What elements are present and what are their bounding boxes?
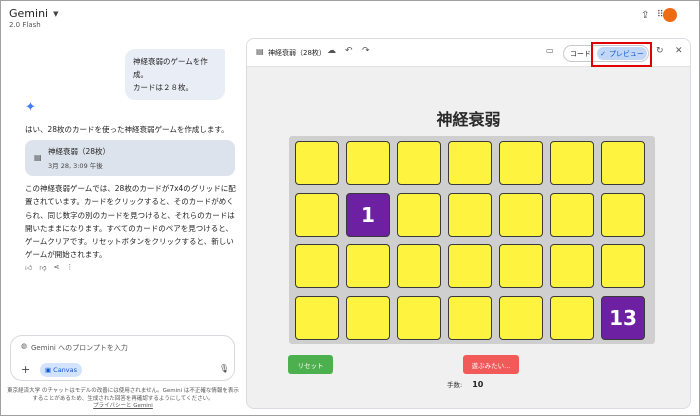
moves-label: 手数:	[447, 381, 463, 389]
card[interactable]	[295, 141, 339, 185]
card[interactable]	[448, 141, 492, 185]
card[interactable]	[499, 141, 543, 185]
canvas-chip[interactable]: ▣ Canvas	[40, 363, 83, 377]
card[interactable]	[550, 295, 594, 340]
user-message: 神経衰弱のゲームを作成。 カードは２８枚。	[125, 49, 225, 100]
disclaimer-line: 東京経済大学 のチャットはモデルの改善には使用されません。Gemini は不正確…	[7, 388, 239, 394]
card[interactable]	[295, 192, 339, 237]
card[interactable]	[499, 244, 543, 288]
card[interactable]	[397, 295, 441, 340]
reply-paragraph: この神経衰弱ゲームでは、28枚のカードが7x4のグリッドに配置されています。カー…	[25, 184, 236, 260]
card[interactable]	[499, 295, 543, 340]
card-flipped[interactable]: 1	[346, 192, 390, 237]
user-message-line: カードは２８枚。	[133, 83, 193, 92]
reply-intro: はい、28枚のカードを使った神経衰弱ゲームを作成します。	[25, 125, 229, 134]
canvas-panel: ▤ 神経衰弱（28枚） ☁ ↶ ↷ ▭ コード ✓ プレビュー ↻ ✕ 神経衰弱…	[246, 38, 691, 409]
app-title[interactable]: Gemini ▼	[9, 7, 58, 20]
card[interactable]	[346, 295, 390, 340]
card[interactable]	[448, 295, 492, 340]
app-frame: Gemini ▼ 2.0 Flash ⇪ ⠿ 神経衰弱のゲームを作成。 カードは…	[0, 0, 700, 416]
prompt-box: ◍ Gemini へのプロンプトを入力 + ▣ Canvas 🎙︎	[10, 335, 235, 381]
refresh-icon[interactable]: ↻	[656, 46, 664, 56]
doc-card-title: 神経衰弱（28枚）	[48, 147, 111, 156]
card[interactable]	[346, 244, 390, 288]
card[interactable]	[601, 244, 645, 288]
privacy-link[interactable]: プライバシーと Gemini	[7, 403, 239, 411]
card[interactable]	[295, 295, 339, 340]
card[interactable]	[295, 244, 339, 288]
card[interactable]	[601, 192, 645, 237]
move-counter: 手数: 10	[447, 379, 483, 389]
preview-highlight	[591, 42, 652, 67]
add-button[interactable]: +	[21, 364, 30, 375]
game-title: 神経衰弱	[436, 110, 501, 129]
card[interactable]	[448, 244, 492, 288]
canvas-icon: ▣	[45, 366, 52, 374]
card[interactable]	[499, 192, 543, 237]
card[interactable]	[397, 192, 441, 237]
user-message-line: 神経衰弱のゲームを作成。	[133, 57, 208, 79]
card[interactable]	[550, 141, 594, 185]
gemini-sparkle-icon: ✦	[25, 100, 36, 115]
model-name: 2.0 Flash	[9, 21, 41, 29]
code-tab[interactable]: コード	[570, 49, 591, 59]
doc-card-date: 3月 28, 3:09 午後	[48, 162, 103, 170]
share-icon[interactable]: ⋖	[53, 263, 59, 272]
card-grid: 1 13	[289, 136, 655, 344]
card[interactable]	[397, 244, 441, 288]
disclaimer: 東京経済大学 のチャットはモデルの改善には使用されません。Gemini は不正確…	[7, 388, 239, 411]
card[interactable]	[550, 244, 594, 288]
app-name: Gemini	[9, 7, 49, 20]
cloud-icon[interactable]: ☁	[327, 46, 336, 56]
thumb-down-icon[interactable]: 👎︎	[39, 263, 46, 272]
feedback-bar: 👍︎ 👎︎ ⋖ ⋮	[25, 263, 73, 272]
canvas-toolbar: ▤ 神経衰弱（28枚） ☁ ↶ ↷ ▭ コード ✓ プレビュー ↻ ✕	[247, 39, 690, 67]
redo-icon[interactable]: ↷	[362, 46, 370, 56]
card[interactable]	[346, 141, 390, 185]
card-flipped[interactable]: 13	[601, 295, 645, 340]
document-icon: ▤	[34, 153, 42, 162]
retry-button[interactable]: 遊ぶみたい...	[463, 355, 519, 374]
close-icon[interactable]: ✕	[675, 46, 683, 56]
undo-icon[interactable]: ↶	[345, 46, 353, 56]
document-icon: ▤	[256, 47, 264, 56]
reset-button[interactable]: リセット	[288, 355, 333, 374]
canvas-doc-card[interactable]: ▤ 神経衰弱（28枚） 3月 28, 3:09 午後	[25, 140, 235, 176]
card[interactable]	[397, 141, 441, 185]
thumb-up-icon[interactable]: 👍︎	[25, 263, 32, 272]
share-icon[interactable]: ⇪	[641, 10, 649, 21]
card[interactable]	[448, 192, 492, 237]
chevron-down-icon: ▼	[53, 9, 59, 18]
card[interactable]	[601, 141, 645, 185]
canvas-chip-label: Canvas	[53, 366, 78, 374]
prompt-input[interactable]: Gemini へのプロンプトを入力	[31, 343, 128, 353]
console-icon[interactable]: ▭	[546, 46, 554, 55]
avatar[interactable]	[663, 8, 677, 22]
card[interactable]	[550, 192, 594, 237]
canvas-title: 神経衰弱（28枚）	[268, 49, 326, 57]
disclaimer-line: することがあるため、生成された回答を再確認するようにしてください。	[32, 395, 214, 402]
mic-icon[interactable]: 🎙︎	[219, 364, 229, 373]
location-pin-icon: ◍	[21, 342, 28, 350]
more-vert-icon[interactable]: ⋮	[66, 263, 73, 272]
moves-value: 10	[472, 380, 484, 389]
